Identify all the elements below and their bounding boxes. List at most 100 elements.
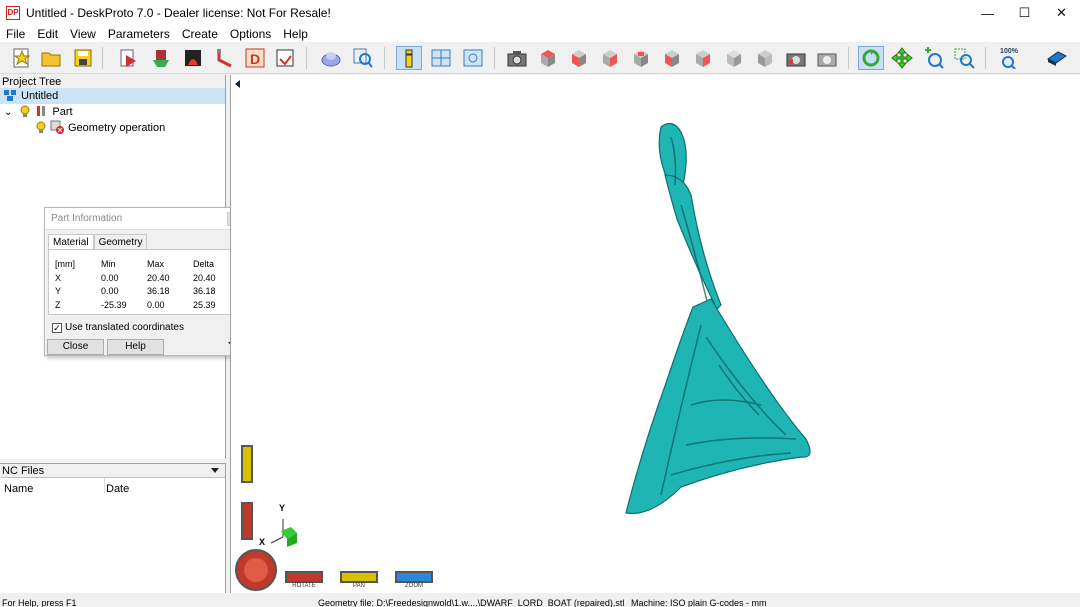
table-cell: -25.39 <box>101 300 127 310</box>
view-front-icon[interactable] <box>566 46 592 70</box>
menu-parameters[interactable]: Parameters <box>102 26 176 42</box>
nc-files-columns: Name Date <box>0 478 225 495</box>
column-date[interactable]: Date <box>106 483 129 495</box>
lightbulb-icon[interactable] <box>20 105 30 120</box>
new-file-icon[interactable] <box>8 46 34 70</box>
tab-material[interactable]: Material <box>48 234 94 249</box>
vertical-pan-slider[interactable] <box>241 445 253 483</box>
table-cell: 25.39 <box>193 300 216 310</box>
pan-mode-icon[interactable] <box>889 46 915 70</box>
axis-x-label: X <box>259 537 266 547</box>
table-cell: 0.00 <box>147 300 165 310</box>
status-bar: For Help, press F1 Geometry file: D:\Fre… <box>0 597 1080 607</box>
view-back-icon[interactable] <box>628 46 654 70</box>
nc-files-header[interactable]: NC Files <box>0 464 225 478</box>
chevron-down-icon[interactable]: ⌄ <box>4 107 12 118</box>
close-button[interactable]: Close <box>47 339 104 355</box>
table-cell: 36.18 <box>147 286 170 296</box>
save-nc-icon[interactable] <box>272 46 298 70</box>
zoom-100-icon[interactable]: 100% <box>996 46 1022 70</box>
view-iso-alt-icon[interactable] <box>752 46 778 70</box>
lightbulb-icon[interactable] <box>36 121 46 136</box>
reload-view-icon[interactable] <box>783 46 809 70</box>
tree-item-project[interactable]: Untitled <box>0 88 225 104</box>
open-folder-icon[interactable] <box>38 46 64 70</box>
part-information-icon[interactable] <box>396 46 422 70</box>
checkbox-label: Use translated coordinates <box>65 322 184 333</box>
help-button[interactable]: Help <box>107 339 164 355</box>
operation-icon[interactable] <box>180 46 206 70</box>
view-left-icon[interactable] <box>659 46 685 70</box>
status-geometry-file: Geometry file: D:\Freedesignwold\1.w....… <box>318 598 625 607</box>
view-iso-icon[interactable] <box>721 46 747 70</box>
dropdown-arrow-icon[interactable] <box>211 468 219 473</box>
table-header: [mm] <box>55 259 75 269</box>
zoom-window-icon[interactable] <box>951 46 977 70</box>
preview-zoom-icon[interactable] <box>350 46 376 70</box>
translated-coordinates-option[interactable]: ✓ Use translated coordinates <box>52 322 184 333</box>
project-icon <box>3 88 17 105</box>
tree-item-part[interactable]: ⌄ Part <box>0 104 73 120</box>
toolpath-icon[interactable] <box>212 46 238 70</box>
d-parameters-icon[interactable]: D <box>242 46 268 70</box>
axis-y-label: Y <box>279 503 286 513</box>
view-right-icon[interactable] <box>597 46 623 70</box>
maximize-button[interactable]: ☐ <box>1006 0 1043 26</box>
reset-view-icon[interactable] <box>814 46 840 70</box>
menu-bar: File Edit View Parameters Create Options… <box>0 26 1080 42</box>
tree-item-label: Geometry operation <box>68 122 166 134</box>
status-machine: Machine: ISO plain G-codes - mm <box>631 598 767 607</box>
part-icon <box>34 104 48 121</box>
save-icon[interactable] <box>70 46 96 70</box>
menu-view[interactable]: View <box>64 26 102 42</box>
menu-edit[interactable]: Edit <box>31 26 64 42</box>
project-tree-header: Project Tree <box>0 75 225 89</box>
camera-view-icon[interactable] <box>504 46 530 70</box>
pan-wheel[interactable] <box>340 571 378 583</box>
screen-view-icon[interactable] <box>460 46 486 70</box>
tree-item-geometry-operation[interactable]: Geometry operation <box>0 120 165 136</box>
table-header: Delta <box>193 259 215 269</box>
table-cell: 0.00 <box>101 273 119 283</box>
rotate-dial-icon[interactable] <box>233 547 279 593</box>
geometry-operation-icon <box>50 120 64 137</box>
layout-view-icon[interactable] <box>428 46 454 70</box>
table-cell: Y <box>55 286 62 296</box>
part-properties-icon[interactable] <box>148 46 174 70</box>
table-cell: X <box>55 273 62 283</box>
rotate-wheel[interactable] <box>285 571 323 583</box>
menu-options[interactable]: Options <box>224 26 277 42</box>
column-name[interactable]: Name <box>4 483 33 495</box>
table-cell: 36.18 <box>193 286 216 296</box>
dialog-title-bar[interactable]: Part Information <box>45 208 244 230</box>
nc-files-title: NC Files <box>2 465 45 477</box>
help-book-icon[interactable] <box>1044 46 1070 70</box>
menu-create[interactable]: Create <box>176 26 224 42</box>
view-bottom-icon[interactable] <box>690 46 716 70</box>
pan-label: PAN <box>353 583 365 589</box>
dimensions-table: [mm] Min Max Delta X 0.00 20.40 20.40 Y … <box>48 249 241 315</box>
translated-coordinates-checkbox[interactable]: ✓ <box>52 322 62 333</box>
vertical-rotate-slider[interactable] <box>241 502 253 540</box>
part-information-dialog: Part Information Material Geometry [mm] … <box>44 207 245 356</box>
load-part-icon[interactable] <box>116 46 142 70</box>
minimize-button[interactable]: — <box>969 0 1006 26</box>
tree-item-label: Part <box>52 106 73 118</box>
zoom-wheel[interactable] <box>395 571 433 583</box>
boat-model <box>625 122 811 515</box>
menu-file[interactable]: File <box>0 26 31 42</box>
zoom-label: ZOOM <box>405 583 423 589</box>
close-window-button[interactable]: ✕ <box>1043 0 1080 26</box>
menu-help[interactable]: Help <box>277 26 314 42</box>
zoom-mode-icon[interactable] <box>920 46 946 70</box>
simulation-icon[interactable] <box>318 46 344 70</box>
tab-geometry[interactable]: Geometry <box>93 234 148 249</box>
3d-viewport[interactable]: Y X ROTATE PAN ZOOM <box>230 75 1080 593</box>
rotate-mode-icon[interactable] <box>858 46 884 70</box>
svg-text:D: D <box>250 51 260 67</box>
window-title: Untitled - DeskProto 7.0 - Dealer licens… <box>26 6 331 20</box>
table-cell: 20.40 <box>147 273 170 283</box>
rotate-label: ROTATE <box>292 583 316 589</box>
status-help-text: For Help, press F1 <box>2 598 77 607</box>
view-top-icon[interactable] <box>535 46 561 70</box>
